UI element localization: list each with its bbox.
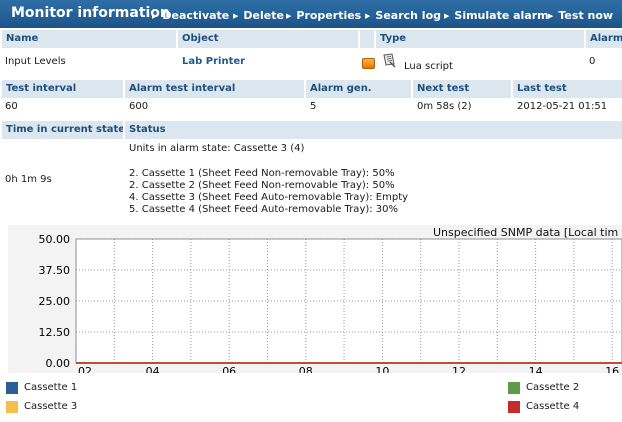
y-tick-label: 25.00 <box>39 295 71 308</box>
header-name: Name <box>2 30 176 48</box>
lua-script-icon <box>383 53 396 68</box>
monitor-name: Input Levels <box>5 56 66 67</box>
simulate-alarm-button[interactable]: ▶ Simulate alarm <box>444 9 549 22</box>
test-now-button[interactable]: ▶ Test now <box>548 9 613 22</box>
legend-swatch <box>508 382 520 394</box>
header-last-test: Last test <box>513 80 622 98</box>
alarm-count: 0 <box>589 56 596 67</box>
y-tick-label: 0.00 <box>46 357 71 370</box>
arrow-right-icon: ▶ <box>152 12 158 20</box>
alarm-test-interval-value: 600 <box>129 101 149 112</box>
legend-label: Cassette 4 <box>526 401 580 412</box>
page-title: Monitor information <box>11 5 170 21</box>
x-tick-label: 08 <box>299 365 313 373</box>
header-type: Type <box>376 30 584 48</box>
arrow-right-icon: ▶ <box>444 12 450 20</box>
arrow-right-icon: ▶ <box>233 12 239 20</box>
x-tick-label: 10 <box>375 365 389 373</box>
legend-label: Cassette 3 <box>24 401 78 412</box>
legend-swatch <box>6 401 18 413</box>
header-object: Object <box>178 30 358 48</box>
search-log-button[interactable]: ▶ Search log <box>365 9 441 22</box>
line-chart: Unspecified SNMP data [Local tim 0.00 12.… <box>8 225 622 378</box>
header-icon-col <box>360 30 374 48</box>
status-summary: Units in alarm state: Cassette 3 (4) <box>129 143 305 154</box>
header-time-in-state: Time in current state <box>2 121 123 139</box>
test-interval-value: 60 <box>5 101 18 112</box>
x-tick-label: 04 <box>146 365 160 373</box>
y-tick-label: 37.50 <box>39 264 71 277</box>
legend-label: Cassette 1 <box>24 382 78 393</box>
header-alarm-gen: Alarm gen. <box>306 80 411 98</box>
arrow-right-icon: ▶ <box>548 12 554 20</box>
header-alarm-test-interval: Alarm test interval <box>125 80 304 98</box>
properties-button[interactable]: ▶ Properties <box>286 9 361 22</box>
last-test-value: 2012-05-21 01:51 <box>517 101 608 112</box>
alarm-state-icon <box>362 58 375 69</box>
chart-area: Unspecified SNMP data [Local tim 0.00 12.… <box>0 225 622 422</box>
x-tick-label: 16 <box>605 365 619 373</box>
header-next-test: Next test <box>413 80 511 98</box>
chart-title: Unspecified SNMP data [Local tim <box>433 226 618 239</box>
header-test-interval: Test interval <box>2 80 123 98</box>
header-status: Status <box>125 121 622 139</box>
arrow-right-icon: ▶ <box>365 12 371 20</box>
arrow-right-icon: ▶ <box>286 12 292 20</box>
monitor-type: Lua script <box>404 61 453 72</box>
y-tick-label: 12.50 <box>39 326 71 339</box>
title-bar: Monitor information ▶ Deactivate ▶ Delete … <box>0 0 622 28</box>
deactivate-button[interactable]: ▶ Deactivate <box>152 9 229 22</box>
status-line: 2. Cassette 2 (Sheet Feed Non-removable … <box>129 180 395 191</box>
y-tick-label: 50.00 <box>39 233 71 246</box>
legend-label: Cassette 2 <box>526 382 580 393</box>
object-link[interactable]: Lab Printer <box>182 56 245 67</box>
alarm-gen-value: 5 <box>310 101 317 112</box>
next-test-value: 0m 58s (2) <box>417 101 472 112</box>
status-line: 5. Cassette 4 (Sheet Feed Auto-removable… <box>129 204 399 215</box>
legend-swatch <box>508 401 520 413</box>
x-tick-label: 06 <box>222 365 236 373</box>
x-tick-label: 02 <box>78 365 92 373</box>
status-line: 2. Cassette 1 (Sheet Feed Non-removable … <box>129 168 395 179</box>
x-tick-label: 12 <box>452 365 466 373</box>
header-alarm: Alarm <box>586 30 622 48</box>
status-line: 4. Cassette 3 (Sheet Feed Auto-removable… <box>129 192 409 203</box>
x-tick-label: 14 <box>529 365 543 373</box>
time-in-state-value: 0h 1m 9s <box>5 174 52 185</box>
legend-swatch <box>6 382 18 394</box>
delete-button[interactable]: ▶ Delete <box>233 9 284 22</box>
